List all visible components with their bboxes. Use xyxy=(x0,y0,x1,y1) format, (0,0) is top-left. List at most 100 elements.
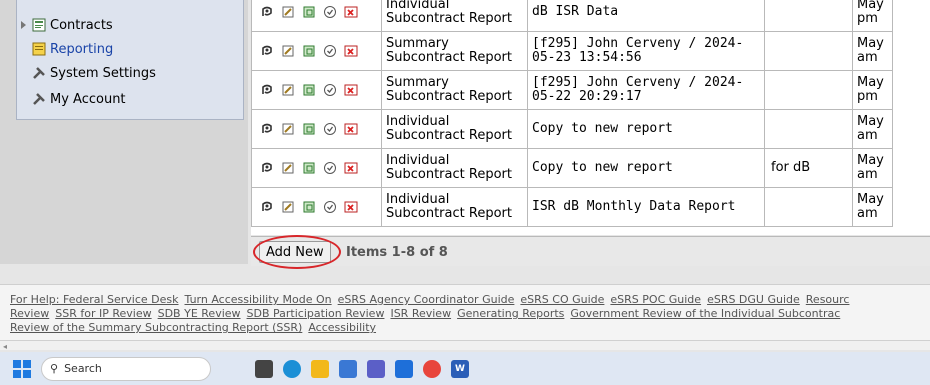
view-icon[interactable] xyxy=(260,5,274,19)
row-actions xyxy=(251,70,382,110)
edit-icon[interactable] xyxy=(281,83,295,97)
table-row: Individual Subcontract Report ISR dB Mont… xyxy=(251,187,893,227)
report-extra-cell xyxy=(764,0,853,32)
view-icon[interactable] xyxy=(260,83,274,97)
add-new-button[interactable]: Add New xyxy=(259,241,331,263)
sidebar-item-system-settings[interactable]: System Settings xyxy=(32,62,156,84)
delete-icon[interactable] xyxy=(344,200,358,214)
table-row: Individual Subcontract Report Copy to new… xyxy=(251,109,893,149)
footer-link[interactable]: SDB YE Review xyxy=(158,307,241,320)
sidebar-item-my-account[interactable]: My Account xyxy=(32,88,126,110)
edit-icon[interactable] xyxy=(281,161,295,175)
sidebar-item-label: Contracts xyxy=(50,17,113,33)
reporting-icon xyxy=(32,42,46,56)
edit-icon[interactable] xyxy=(281,122,295,136)
edit-icon[interactable] xyxy=(281,200,295,214)
outlook-icon[interactable] xyxy=(395,359,413,378)
report-extra-cell xyxy=(764,109,853,149)
report-name-cell[interactable]: ISR dB Monthly Data Report xyxy=(527,187,765,227)
edit-icon[interactable] xyxy=(281,44,295,58)
copy-icon[interactable] xyxy=(302,122,316,136)
report-name-cell[interactable]: Copy to new report xyxy=(527,109,765,149)
delete-icon[interactable] xyxy=(344,5,358,19)
windows-start-icon[interactable] xyxy=(13,359,31,378)
footer-links: For Help: Federal Service Desk Turn Acces… xyxy=(0,284,930,340)
delete-icon[interactable] xyxy=(344,83,358,97)
footer-link[interactable]: Turn Accessibility Mode On xyxy=(185,293,332,306)
store-icon[interactable] xyxy=(339,359,357,378)
file-explorer-icon[interactable] xyxy=(311,359,329,378)
table-row: Individual Subcontract Report Copy to new… xyxy=(251,148,893,188)
teams-icon[interactable] xyxy=(367,359,385,378)
status-icon[interactable] xyxy=(323,122,337,136)
report-name-cell[interactable]: Copy to new report xyxy=(527,148,765,188)
view-icon[interactable] xyxy=(260,200,274,214)
view-icon[interactable] xyxy=(260,161,274,175)
search-icon: ⚲ xyxy=(50,362,59,375)
horizontal-scrollbar[interactable]: ◂ xyxy=(0,340,930,351)
report-extra-cell xyxy=(764,187,853,227)
report-date-cell: May pm xyxy=(852,0,893,32)
report-date-cell: May am xyxy=(852,109,893,149)
scroll-left-icon[interactable]: ◂ xyxy=(3,342,7,351)
wrench-icon xyxy=(33,67,45,79)
report-name-cell[interactable]: dB ISR Data xyxy=(527,0,765,32)
search-placeholder: Search xyxy=(64,362,102,375)
view-icon[interactable] xyxy=(260,44,274,58)
report-name-cell[interactable]: [f295] John Cerveny / 2024-05-23 13:54:5… xyxy=(527,31,765,71)
taskbar-search-input[interactable]: ⚲ Search xyxy=(41,356,211,381)
footer-link[interactable]: Generating Reports xyxy=(457,307,564,320)
edge-browser-icon[interactable] xyxy=(283,359,301,378)
footer-link[interactable]: eSRS DGU Guide xyxy=(707,293,800,306)
footer-link[interactable]: eSRS CO Guide xyxy=(520,293,604,306)
word-icon[interactable]: W xyxy=(451,359,469,378)
footer-link[interactable]: SDB Participation Review xyxy=(247,307,385,320)
delete-icon[interactable] xyxy=(344,44,358,58)
table-row: Summary Subcontract Report [f295] John Ce… xyxy=(251,31,893,71)
chrome-icon[interactable] xyxy=(423,359,441,378)
copy-icon[interactable] xyxy=(302,83,316,97)
footer-link[interactable]: SSR for IP Review xyxy=(55,307,151,320)
status-icon[interactable] xyxy=(323,5,337,19)
view-icon[interactable] xyxy=(260,122,274,136)
footer-link[interactable]: Review xyxy=(10,307,49,320)
table-row: Individual Subcontract Report dB ISR Data… xyxy=(251,0,893,32)
expand-caret-icon[interactable] xyxy=(21,21,26,29)
footer-link[interactable]: For Help: Federal Service Desk xyxy=(10,293,179,306)
sidebar-item-reporting[interactable]: Reporting xyxy=(32,38,113,60)
row-actions xyxy=(251,109,382,149)
footer-link[interactable]: Review of the Summary Subcontracting Rep… xyxy=(10,321,302,334)
table-row: Summary Subcontract Report [f295] John Ce… xyxy=(251,70,893,110)
footer-link[interactable]: eSRS Agency Coordinator Guide xyxy=(338,293,515,306)
copy-icon[interactable] xyxy=(302,5,316,19)
delete-icon[interactable] xyxy=(344,161,358,175)
row-actions xyxy=(251,31,382,71)
sidebar-item-contracts[interactable]: Contracts xyxy=(21,14,113,36)
footer-link[interactable]: ISR Review xyxy=(390,307,451,320)
status-icon[interactable] xyxy=(323,200,337,214)
row-actions xyxy=(251,187,382,227)
status-icon[interactable] xyxy=(323,44,337,58)
footer-line: For Help: Federal Service Desk Turn Acces… xyxy=(10,293,920,307)
status-icon[interactable] xyxy=(323,161,337,175)
edit-icon[interactable] xyxy=(281,5,295,19)
report-date-cell: May pm xyxy=(852,70,893,110)
copy-icon[interactable] xyxy=(302,161,316,175)
report-type-cell: Individual Subcontract Report xyxy=(381,109,528,149)
footer-link[interactable]: Accessibility xyxy=(308,321,376,334)
footer-line: Review SSR for IP Review SDB YE Review SDB … xyxy=(10,307,920,321)
row-actions xyxy=(251,148,382,188)
copy-icon[interactable] xyxy=(302,200,316,214)
wrench-icon xyxy=(33,93,45,105)
report-type-cell: Summary Subcontract Report xyxy=(381,70,528,110)
report-name-cell[interactable]: [f295] John Cerveny / 2024-05-22 20:29:1… xyxy=(527,70,765,110)
footer-link[interactable]: Resourc xyxy=(806,293,850,306)
copy-icon[interactable] xyxy=(302,44,316,58)
status-icon[interactable] xyxy=(323,83,337,97)
contracts-icon xyxy=(32,18,46,32)
task-view-icon[interactable] xyxy=(255,359,273,378)
windows-taskbar: ⚲ Search W xyxy=(0,352,930,385)
footer-link[interactable]: Government Review of the Individual Subc… xyxy=(570,307,840,320)
footer-link[interactable]: eSRS POC Guide xyxy=(610,293,701,306)
delete-icon[interactable] xyxy=(344,122,358,136)
